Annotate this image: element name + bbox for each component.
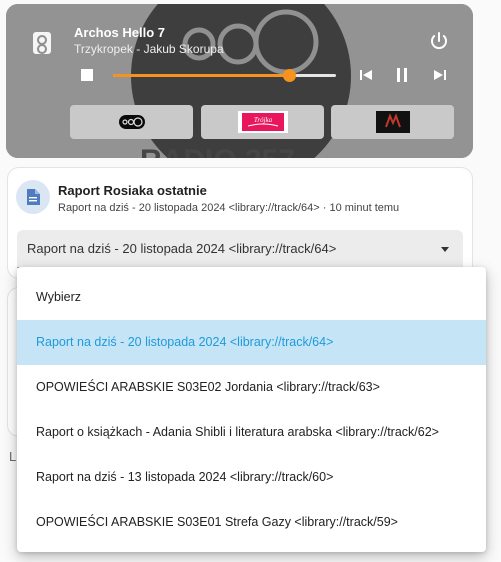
trojka-logo-text: Trójka (253, 116, 272, 124)
preset-button-3[interactable] (331, 105, 454, 139)
preset-button-1[interactable] (70, 105, 193, 139)
ooo-logo-icon (118, 115, 145, 129)
dropdown-option[interactable]: Wybierz (17, 275, 486, 320)
dropdown-option[interactable]: OPOWIEŚCI ARABSKIE S03E01 Strefa Gazy <l… (17, 500, 486, 545)
entity-avatar (16, 180, 50, 214)
dropdown-option[interactable]: OPOWIEŚCI ARABSKIE S03E02 Jordania <libr… (17, 365, 486, 410)
skip-previous-icon[interactable] (356, 66, 376, 84)
player-subtitle: Trzykropek - Jakub Skorupa (74, 42, 224, 56)
power-icon[interactable] (428, 30, 450, 52)
skip-next-icon[interactable] (430, 66, 450, 84)
select-entity-card: Raport Rosiaka ostatnie Raport na dziś -… (7, 167, 473, 279)
dark-red-logo-icon (375, 111, 410, 133)
dropdown-option[interactable]: Raport na dziś - 13 listopada 2024 <libr… (17, 455, 486, 500)
entity-name: Raport Rosiaka ostatnie (58, 183, 207, 198)
player-title: Archos Hello 7 (74, 25, 166, 40)
track-select[interactable]: Raport na dziś - 20 listopada 2024 <libr… (17, 230, 463, 268)
chevron-down-icon (441, 247, 449, 252)
pause-icon[interactable] (392, 66, 412, 84)
track-select-value: Raport na dziś - 20 listopada 2024 <libr… (27, 241, 337, 256)
entity-state: Raport na dziś - 20 listopada 2024 <libr… (58, 202, 400, 214)
dropdown-option[interactable]: Raport o książkach - Adania Shibli i lit… (17, 410, 486, 455)
partial-text: L (9, 449, 17, 464)
progress-fill (113, 74, 290, 77)
trojka-logo: Trójka (237, 111, 288, 133)
dropdown-option[interactable]: Raport na dziś - 20 listopada 2024 <libr… (17, 320, 486, 365)
preset-button-2[interactable]: Trójka (201, 105, 324, 139)
track-dropdown-menu: Wybierz Raport na dziś - 20 listopada 20… (17, 267, 486, 552)
media-player-card: RADIO 357 Archos Hello 7 Trzykropek - Ja… (6, 4, 473, 158)
preset-bar: Trójka (70, 105, 462, 140)
progress-slider[interactable] (113, 69, 336, 82)
stop-icon[interactable] (81, 69, 93, 81)
file-document-icon (27, 189, 40, 205)
speaker-icon (33, 32, 51, 54)
